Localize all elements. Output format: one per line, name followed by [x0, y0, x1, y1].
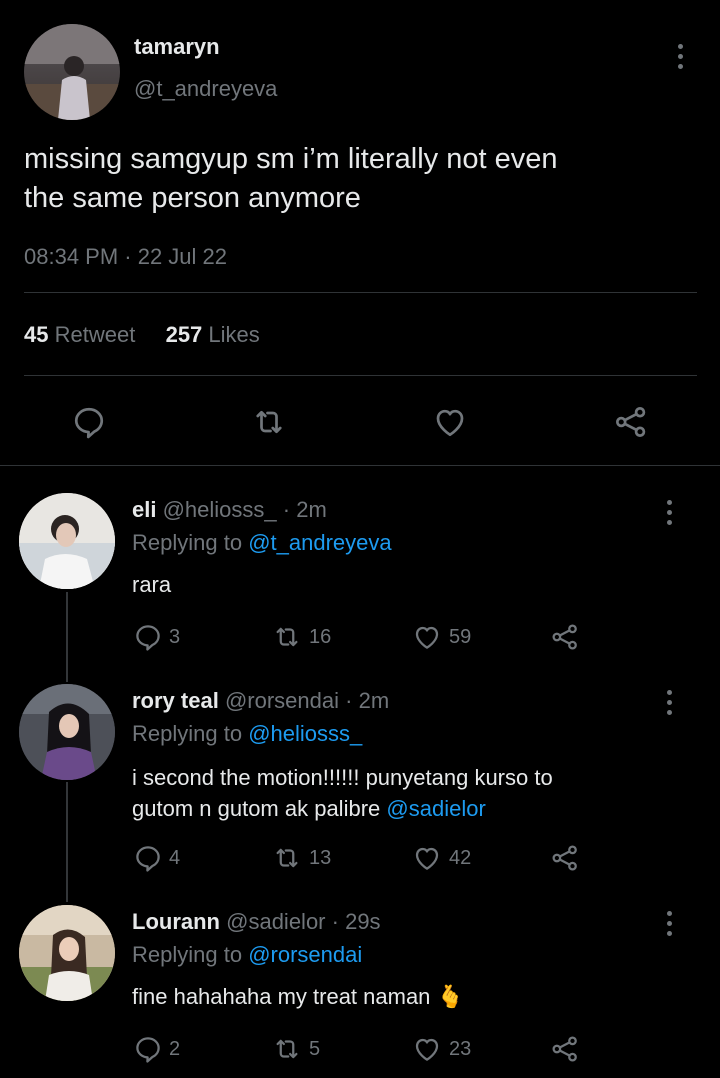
reply-header: eli @heliosss_ · 2m	[132, 497, 327, 523]
main-tweet-text: missing samgyup sm i’m literally not eve…	[24, 140, 704, 218]
share-icon[interactable]	[549, 622, 581, 652]
replying-label: Replying to	[132, 942, 243, 967]
replying-label: Replying to	[132, 530, 243, 555]
like-count[interactable]: 257	[166, 322, 203, 347]
retweet-count: 13	[309, 846, 332, 869]
reply-text-line2: gutom n gutom ak palibre @sadielor	[132, 793, 692, 824]
heart-icon[interactable]	[411, 622, 443, 652]
reply-count: 4	[169, 846, 181, 869]
like-count: 23	[449, 1037, 472, 1060]
reply-header: rory teal @rorsendai · 2m	[132, 688, 389, 714]
mention-link[interactable]: @sadielor	[386, 796, 485, 821]
reply-text-line1: i second the motion!!!!!! punyetang kurs…	[132, 765, 553, 790]
more-options-icon[interactable]	[666, 690, 672, 715]
display-name[interactable]: Lourann	[132, 909, 220, 934]
more-options-icon[interactable]	[677, 44, 683, 69]
avatar[interactable]	[19, 493, 115, 589]
retweet-action[interactable]: 5	[271, 1034, 320, 1064]
reply-icon[interactable]	[133, 843, 163, 873]
more-options-icon[interactable]	[666, 500, 672, 525]
reply-text: fine hahahaha my treat naman 🫰	[132, 984, 464, 1010]
reply-count: 3	[169, 625, 181, 648]
like-action[interactable]: 42	[411, 843, 471, 873]
replying-label: Replying to	[132, 721, 243, 746]
display-name[interactable]: eli	[132, 497, 156, 522]
divider	[24, 292, 697, 293]
divider	[0, 465, 720, 466]
reply-action[interactable]: 3	[133, 622, 180, 652]
reply-text-line2-body: gutom n gutom ak palibre	[132, 796, 381, 821]
reply-icon[interactable]	[71, 404, 107, 440]
avatar[interactable]	[19, 905, 115, 1001]
reply-text: i second the motion!!!!!! punyetang kurs…	[132, 762, 692, 824]
reply-count: 2	[169, 1037, 181, 1060]
retweet-icon[interactable]	[271, 843, 303, 873]
reply-text: rara	[132, 572, 172, 597]
retweet-icon[interactable]	[251, 404, 287, 440]
replying-to: Replying to @heliosss_	[132, 721, 362, 747]
avatar-photo	[19, 684, 115, 780]
thread-line	[66, 592, 68, 682]
main-avatar[interactable]	[24, 24, 120, 120]
more-options-icon[interactable]	[666, 911, 672, 936]
handle[interactable]: @sadielor	[226, 909, 325, 934]
avatar[interactable]	[19, 684, 115, 780]
main-display-name[interactable]: tamaryn	[134, 34, 220, 60]
main-stats: 45 Retweet 257 Likes	[24, 322, 260, 348]
share-icon[interactable]	[549, 843, 581, 873]
main-tweet-text-line1: missing samgyup sm i’m literally not eve…	[24, 143, 558, 175]
avatar-photo	[19, 493, 115, 589]
retweet-icon[interactable]	[271, 622, 303, 652]
like-action[interactable]: 59	[411, 622, 471, 652]
retweet-action[interactable]: 16	[271, 622, 331, 652]
like-count: 59	[449, 625, 472, 648]
thread-line	[66, 782, 68, 902]
like-action[interactable]: 23	[411, 1034, 471, 1064]
divider	[24, 375, 697, 376]
reply-time[interactable]: · 2m	[283, 497, 327, 522]
main-timestamp[interactable]: 08:34 PM · 22 Jul 22	[24, 244, 227, 270]
display-name[interactable]: rory teal	[132, 688, 219, 713]
reply-icon[interactable]	[133, 622, 163, 652]
like-label[interactable]: Likes	[208, 322, 259, 347]
heart-icon[interactable]	[411, 843, 443, 873]
retweet-count: 16	[309, 625, 332, 648]
reply-time[interactable]: · 2m	[345, 688, 389, 713]
retweet-icon[interactable]	[271, 1034, 303, 1064]
replying-to: Replying to @rorsendai	[132, 942, 362, 968]
heart-icon[interactable]	[411, 1034, 443, 1064]
reply-action[interactable]: 2	[133, 1034, 180, 1064]
main-avatar-photo	[24, 24, 120, 120]
share-icon[interactable]	[612, 404, 650, 440]
replying-to: Replying to @t_andreyeva	[132, 530, 392, 556]
handle[interactable]: @rorsendai	[225, 688, 339, 713]
replying-to-link[interactable]: @heliosss_	[248, 721, 362, 746]
like-count: 42	[449, 846, 472, 869]
retweet-count[interactable]: 45	[24, 322, 48, 347]
replying-to-link[interactable]: @t_andreyeva	[248, 530, 391, 555]
reply-header: Lourann @sadielor · 29s	[132, 909, 381, 935]
emoji: 🫰	[436, 984, 464, 1009]
retweet-count: 5	[309, 1037, 321, 1060]
reply-icon[interactable]	[133, 1034, 163, 1064]
reply-action[interactable]: 4	[133, 843, 180, 873]
retweet-label[interactable]: Retweet	[55, 322, 136, 347]
handle[interactable]: @heliosss_	[163, 497, 277, 522]
avatar-photo	[19, 905, 115, 1001]
reply-time[interactable]: · 29s	[332, 909, 381, 934]
heart-icon[interactable]	[431, 404, 469, 440]
main-tweet-text-line2: the same person anymore	[24, 182, 361, 214]
share-icon[interactable]	[549, 1034, 581, 1064]
reply-text-body: fine hahahaha my treat naman	[132, 984, 431, 1009]
main-handle[interactable]: @t_andreyeva	[134, 76, 277, 102]
retweet-action[interactable]: 13	[271, 843, 331, 873]
replying-to-link[interactable]: @rorsendai	[248, 942, 362, 967]
